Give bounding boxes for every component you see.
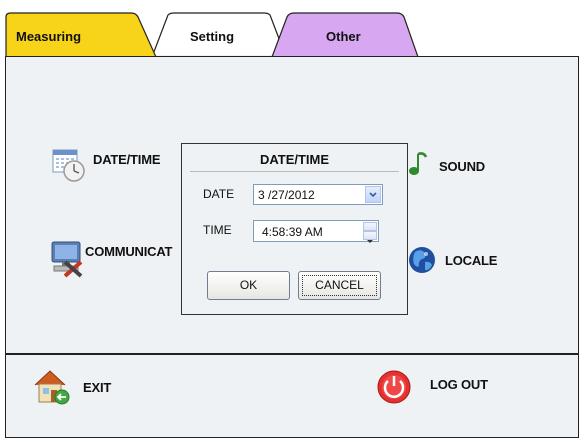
communication-setting[interactable]: COMMUNICAT (51, 240, 173, 278)
locale-label: LOCALE (445, 252, 498, 268)
computer-network-icon (51, 240, 85, 278)
date-time-dialog: DATE/TIME DATE 3 /27/2012 TIME 4:58:39 A… (181, 143, 408, 315)
calendar-clock-icon (51, 146, 87, 182)
tab-setting[interactable]: Setting (151, 12, 287, 59)
dialog-title: DATE/TIME (259, 152, 330, 167)
logout-button[interactable]: LOG OUT (377, 369, 488, 405)
spin-up-icon[interactable] (363, 222, 377, 234)
tab-other[interactable]: Other (271, 12, 424, 58)
spin-down-icon[interactable] (363, 231, 377, 243)
locale-setting[interactable]: LOCALE (405, 244, 497, 276)
communication-label: COMMUNICAT (85, 243, 173, 259)
tab-measuring[interactable]: Measuring (5, 12, 170, 58)
date-value: 3 /27/2012 (258, 188, 315, 202)
exit-button[interactable]: EXIT (33, 368, 111, 406)
power-icon (377, 369, 413, 405)
time-label: TIME (203, 223, 232, 237)
dialog-separator (190, 171, 399, 172)
time-value: 4:58:39 AM (262, 225, 323, 239)
exit-label: EXIT (83, 379, 112, 395)
logout-label: LOG OUT (430, 376, 488, 392)
ok-button[interactable]: OK (207, 271, 290, 300)
date-dropdown[interactable]: 3 /27/2012 (253, 184, 383, 205)
tab-measuring-label: Measuring (16, 29, 82, 44)
panel-divider (5, 353, 579, 355)
cancel-button[interactable]: CANCEL (298, 271, 381, 300)
date-time-setting[interactable]: DATE/TIME (51, 146, 160, 182)
time-stepper[interactable]: 4:58:39 AM (253, 220, 379, 243)
globe-icon (405, 244, 435, 276)
date-time-label: DATE/TIME (93, 151, 161, 167)
chevron-down-icon[interactable] (365, 186, 381, 203)
date-label: DATE (203, 187, 235, 201)
tab-other-label: Other (326, 29, 361, 44)
tab-setting-label: Setting (190, 29, 235, 44)
house-icon (33, 368, 71, 406)
music-note-icon (405, 148, 429, 178)
sound-label: SOUND (439, 158, 485, 174)
sound-setting[interactable]: SOUND (405, 148, 485, 178)
